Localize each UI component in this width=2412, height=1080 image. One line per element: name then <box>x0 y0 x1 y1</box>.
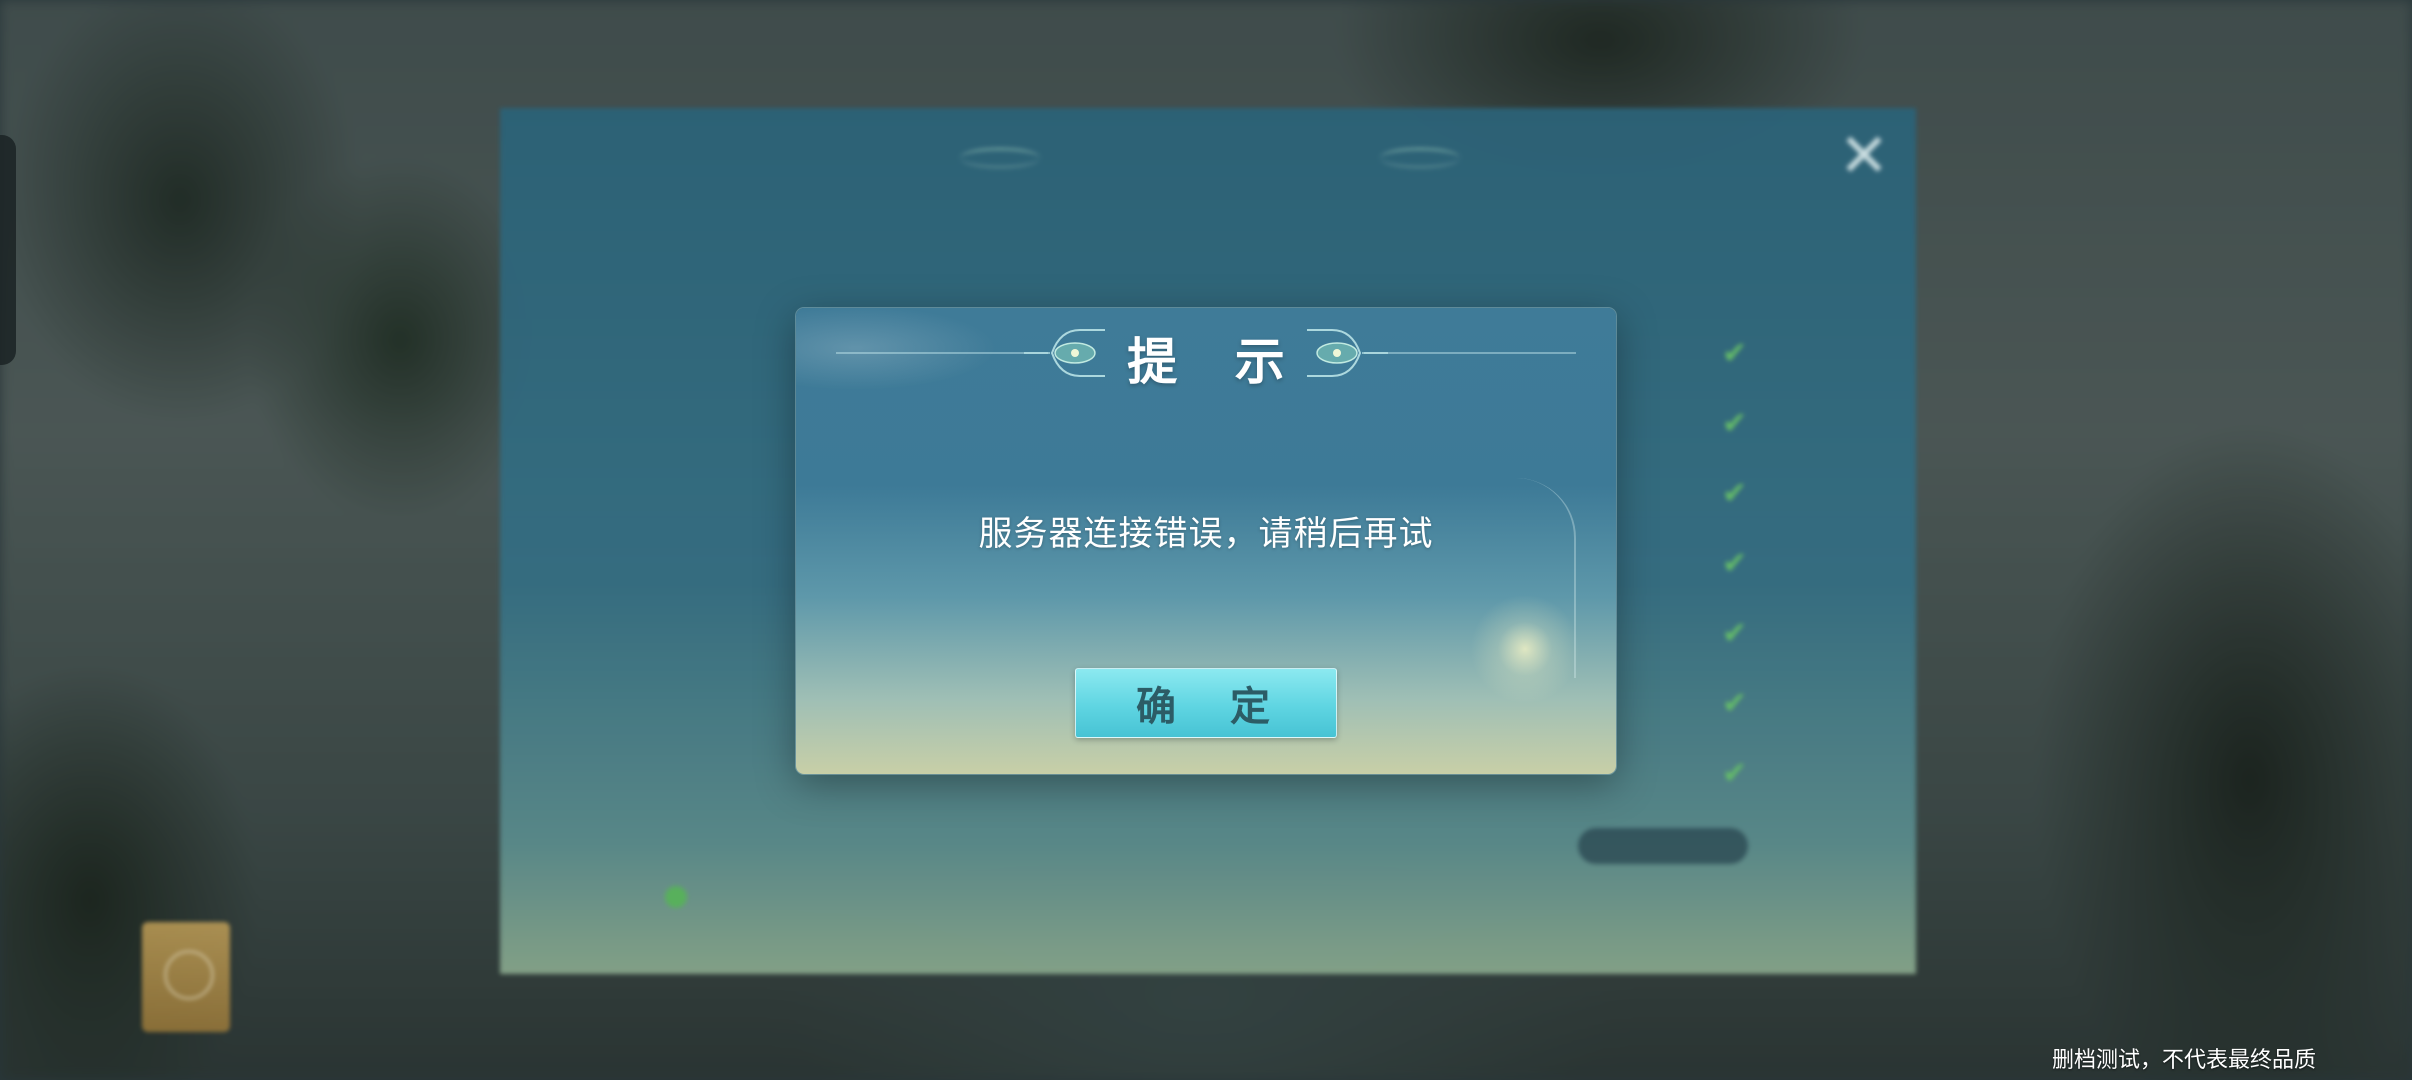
test-build-watermark: 删档测试，不代表最终品质 <box>2051 1048 2316 1073</box>
check-icon: ✔ <box>1722 476 1748 511</box>
check-icon: ✔ <box>1722 546 1748 581</box>
side-event-card <box>142 922 230 1032</box>
result-detail-button[interactable] <box>1578 828 1748 864</box>
title-ornament-right-icon <box>1302 324 1392 382</box>
check-icon: ✔ <box>1722 406 1748 441</box>
status-dot-icon <box>665 885 687 908</box>
close-icon[interactable]: ✕ <box>1836 126 1892 186</box>
check-icon: ✔ <box>1722 336 1748 371</box>
title-ornament-left <box>960 148 1040 168</box>
dialog-message: 服务器连接错误，请稍后再试 <box>978 514 1434 554</box>
confirm-button[interactable]: 确 定 <box>1075 668 1337 738</box>
title-ornament-right <box>1380 148 1460 168</box>
check-icon: ✔ <box>1722 686 1748 721</box>
alert-dialog: 提 示 服务器连接错误，请稍后再试 确 定 <box>796 308 1616 774</box>
check-icon: ✔ <box>1722 756 1748 791</box>
decorative-flower-glow <box>1470 594 1580 704</box>
dialog-title: 提 示 <box>1127 332 1305 391</box>
result-tip <box>665 878 701 911</box>
side-handle <box>0 135 16 365</box>
check-icon: ✔ <box>1722 616 1748 651</box>
